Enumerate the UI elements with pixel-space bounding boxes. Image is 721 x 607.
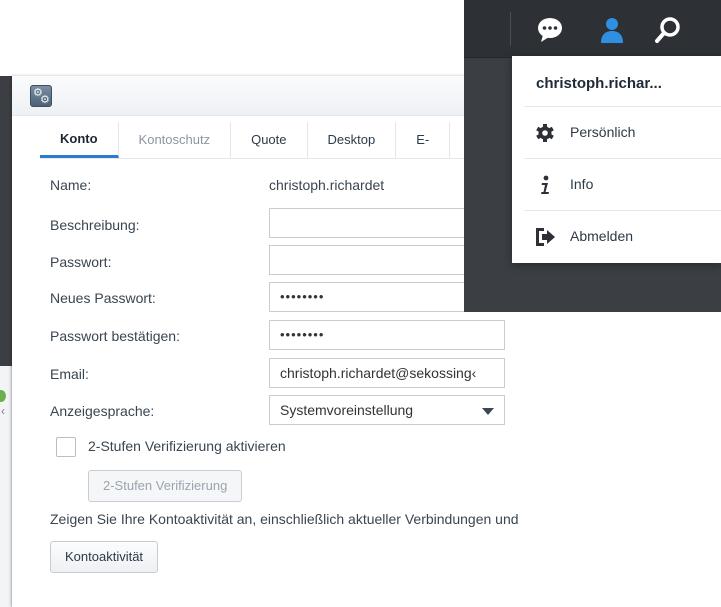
chevron-left-icon: ‹ (1, 404, 5, 418)
tab-desktop[interactable]: Desktop (308, 122, 397, 158)
tab-bar: Konto Kontoschutz Quote Desktop E- (40, 122, 451, 158)
user-menu-username: christoph.richar... (536, 75, 662, 92)
desktop-background (0, 76, 12, 366)
search-icon[interactable] (654, 16, 682, 44)
top-toolbar (464, 0, 721, 58)
tab-email[interactable]: E- (396, 122, 451, 158)
language-label: Anzeigesprache: (50, 403, 155, 419)
logout-icon (536, 228, 555, 246)
background-window-edge (0, 366, 12, 607)
user-menu-dropdown: christoph.richar... Persönlich Info Abme… (512, 56, 721, 263)
confirm-password-input[interactable]: •••••••• (269, 320, 505, 350)
two-step-verification-button[interactable]: 2-Stufen Verifizierung (88, 470, 243, 502)
description-label: Beschreibung: (50, 217, 140, 233)
dropdown-arrow-icon (482, 408, 494, 415)
tab-konto[interactable]: Konto (40, 122, 119, 158)
language-select[interactable]: Systemvoreinstellung (269, 395, 505, 425)
menu-item-abmelden[interactable]: Abmelden (512, 212, 721, 262)
chat-bubble-icon[interactable] (536, 16, 564, 44)
language-select-value: Systemvoreinstellung (280, 402, 414, 418)
info-icon (541, 175, 549, 194)
gear-icon (536, 124, 554, 142)
menu-divider (524, 158, 721, 159)
menu-item-persoenlich[interactable]: Persönlich (512, 108, 721, 158)
user-icon[interactable] (598, 16, 626, 44)
two-step-checkbox-label[interactable]: 2-Stufen Verifizierung aktivieren (88, 438, 286, 454)
name-value: christoph.richardet (269, 177, 385, 193)
tab-kontoschutz[interactable]: Kontoschutz (119, 122, 232, 158)
toolbar-separator (510, 12, 511, 46)
two-step-checkbox[interactable] (56, 437, 76, 457)
menu-divider (524, 210, 721, 211)
name-label: Name: (50, 177, 92, 193)
menu-item-info[interactable]: Info (512, 160, 721, 210)
menu-item-label: Info (570, 176, 594, 192)
password-label: Passwort: (50, 254, 112, 270)
gear-small-icon: ⚙ (40, 94, 50, 106)
gears-icon: ⚙ ⚙ (30, 85, 52, 107)
menu-item-label: Abmelden (570, 228, 634, 244)
new-password-label: Neues Passwort: (50, 290, 156, 306)
confirm-password-label: Passwort bestätigen: (50, 328, 180, 344)
tab-quote[interactable]: Quote (231, 122, 308, 158)
account-activity-button[interactable]: Kontoaktivität (50, 541, 159, 573)
menu-item-label: Persönlich (570, 124, 636, 140)
email-input[interactable]: christoph.richardet@sekossing‹ (269, 358, 505, 388)
account-activity-description: Zeigen Sie Ihre Kontoaktivität an, einsc… (50, 511, 519, 527)
email-label: Email: (50, 366, 89, 382)
menu-divider (524, 106, 721, 107)
screen: ‹ ⚙ ⚙ Konto Kontoschutz Quote Desktop E-… (0, 0, 721, 607)
